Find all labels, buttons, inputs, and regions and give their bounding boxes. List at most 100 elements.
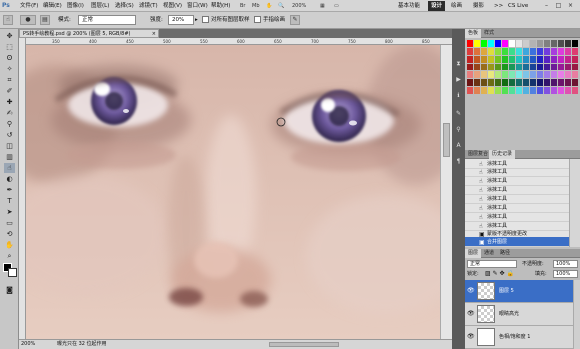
color-swatch[interactable] — [523, 87, 529, 94]
color-swatch[interactable] — [565, 63, 571, 71]
dodge-tool-icon[interactable]: ◐ — [4, 174, 15, 184]
color-swatch[interactable] — [467, 87, 473, 94]
color-swatch[interactable] — [565, 79, 571, 87]
vertical-scrollbar[interactable] — [440, 45, 452, 339]
color-swatch[interactable] — [502, 63, 508, 71]
menu-help[interactable]: 帮助(H) — [211, 0, 230, 12]
color-swatch[interactable] — [523, 40, 529, 47]
color-swatch[interactable] — [502, 47, 508, 55]
color-swatch[interactable] — [516, 87, 522, 94]
color-swatch[interactable] — [516, 71, 522, 79]
color-swatch[interactable] — [481, 40, 487, 47]
shape-tool-icon[interactable]: ▭ — [4, 218, 15, 228]
menu-edit[interactable]: 编辑(E) — [43, 0, 62, 12]
smudge-tool-icon[interactable]: ☝ — [4, 163, 15, 173]
color-swatch[interactable] — [551, 79, 557, 87]
color-swatch[interactable] — [558, 55, 564, 63]
zoom-tool-icon[interactable]: ⌕ — [4, 251, 15, 261]
color-swatch[interactable] — [558, 47, 564, 55]
tab-paths[interactable]: 路径 — [497, 249, 513, 258]
tab-swatches[interactable]: 色板 — [465, 29, 482, 38]
minibridge-icon[interactable]: Mb — [252, 1, 260, 11]
blend-mode-select[interactable]: 正常 — [467, 260, 517, 268]
color-swatch[interactable] — [502, 71, 508, 79]
background-color-swatch[interactable] — [8, 268, 17, 277]
workspace-more-button[interactable]: >> — [491, 1, 506, 11]
maximize-icon[interactable]: □ — [554, 1, 563, 10]
color-swatch[interactable] — [516, 79, 522, 87]
color-swatch[interactable] — [530, 87, 536, 94]
color-swatch[interactable] — [572, 40, 578, 47]
color-swatch[interactable] — [530, 47, 536, 55]
lock-icons[interactable]: ▨ ✎ ✥ 🔒 — [485, 269, 514, 279]
color-swatch[interactable] — [481, 79, 487, 87]
mode-select[interactable]: 正常 — [78, 15, 136, 25]
color-swatch[interactable] — [565, 47, 571, 55]
tablet-pressure-icon[interactable]: ✎ — [290, 15, 300, 25]
color-swatch[interactable] — [474, 71, 480, 79]
color-swatch[interactable] — [551, 87, 557, 94]
clone-stamp-tool-icon[interactable]: ⚲ — [4, 119, 15, 129]
color-swatch[interactable] — [488, 47, 494, 55]
type-tool-icon[interactable]: T — [4, 196, 15, 206]
tab-styles[interactable]: 样式 — [481, 29, 497, 38]
color-swatch[interactable] — [537, 40, 543, 47]
color-swatch[interactable] — [572, 87, 578, 94]
color-swatch[interactable] — [530, 40, 536, 47]
cs-live-button[interactable]: CS Live — [505, 1, 531, 11]
color-swatch[interactable] — [572, 71, 578, 79]
color-swatch[interactable] — [509, 40, 515, 47]
minimize-icon[interactable]: – — [542, 1, 551, 10]
color-swatch[interactable] — [523, 47, 529, 55]
color-swatch[interactable] — [467, 79, 473, 87]
color-swatch[interactable] — [516, 40, 522, 47]
color-swatch[interactable] — [530, 79, 536, 87]
color-swatch[interactable] — [509, 87, 515, 94]
color-swatch[interactable] — [523, 71, 529, 79]
color-swatch[interactable] — [551, 40, 557, 47]
workspace-essentials[interactable]: 基本功能 — [395, 1, 423, 11]
color-swatch[interactable] — [544, 55, 550, 63]
3d-rotate-tool-icon[interactable]: ⟲ — [4, 229, 15, 239]
tab-layers[interactable]: 图层 — [465, 249, 482, 258]
color-swatch[interactable] — [467, 63, 473, 71]
color-swatch[interactable] — [488, 79, 494, 87]
color-swatch[interactable] — [565, 55, 571, 63]
brush-tool-icon[interactable]: ✍ — [4, 108, 15, 118]
color-swatch[interactable] — [537, 87, 543, 94]
color-swatch[interactable] — [481, 87, 487, 94]
color-swatch[interactable] — [523, 63, 529, 71]
workspace-painting[interactable]: 绘画 — [448, 1, 465, 11]
color-swatch[interactable] — [544, 79, 550, 87]
history-item-current[interactable]: ▣ 合并图层 — [465, 237, 569, 247]
color-swatch[interactable] — [467, 40, 473, 47]
eye-icon[interactable]: 👁 — [467, 310, 475, 318]
hand-icon[interactable]: ✋ — [266, 1, 272, 11]
lasso-tool-icon[interactable]: ʘ — [4, 53, 15, 63]
color-swatch[interactable] — [516, 47, 522, 55]
color-swatch[interactable] — [537, 55, 543, 63]
info-panel-icon[interactable]: ℹ — [454, 91, 463, 100]
color-swatch[interactable] — [544, 63, 550, 71]
menu-layer[interactable]: 图层(L) — [91, 0, 109, 12]
zoom-level-select[interactable]: 200% — [292, 1, 306, 11]
color-swatch[interactable] — [544, 87, 550, 94]
tab-history[interactable]: 历史记录 — [489, 150, 516, 159]
quick-select-tool-icon[interactable]: ✧ — [4, 64, 15, 74]
color-swatch[interactable] — [488, 63, 494, 71]
color-swatch[interactable] — [502, 40, 508, 47]
color-swatch[interactable] — [488, 71, 494, 79]
color-swatch[interactable] — [537, 47, 543, 55]
eyedropper-tool-icon[interactable]: ✐ — [4, 86, 15, 96]
status-zoom[interactable]: 200% — [21, 340, 35, 349]
color-swatch[interactable] — [516, 55, 522, 63]
color-swatch[interactable] — [572, 79, 578, 87]
color-swatch[interactable] — [474, 79, 480, 87]
color-swatch[interactable] — [558, 40, 564, 47]
zoom-icon[interactable]: 🔍 — [278, 1, 284, 11]
color-swatch[interactable] — [565, 87, 571, 94]
color-swatch[interactable] — [544, 47, 550, 55]
color-swatch[interactable] — [530, 71, 536, 79]
screen-mode-icon[interactable]: ▭ — [334, 1, 339, 11]
crop-tool-icon[interactable]: ⌗ — [4, 75, 15, 85]
